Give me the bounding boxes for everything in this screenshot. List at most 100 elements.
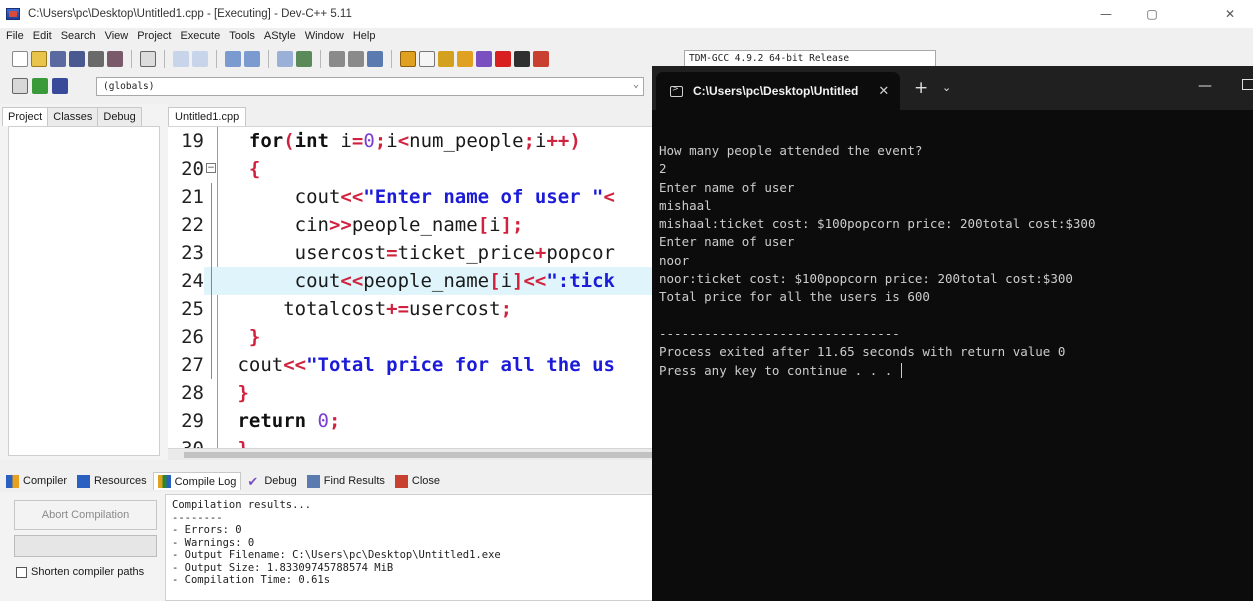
back-icon[interactable]: [329, 51, 345, 67]
scope-dropdown[interactable]: (globals) ⌄: [96, 77, 644, 96]
toolbar-separator: [216, 50, 217, 68]
terminal-tab-close-icon[interactable]: ✕: [878, 84, 889, 99]
compile-log-icon: [157, 475, 171, 488]
check-syntax-icon[interactable]: [476, 51, 492, 67]
run-icon[interactable]: [419, 51, 435, 67]
code-line[interactable]: 27 cout<<"Total price for all the us: [168, 351, 660, 379]
abort-compilation-button[interactable]: Abort Compilation: [14, 500, 157, 530]
menu-file[interactable]: File: [6, 30, 24, 42]
menu-help[interactable]: Help: [353, 30, 376, 42]
menu-search[interactable]: Search: [61, 30, 96, 42]
replace-icon[interactable]: [244, 51, 260, 67]
rebuild-icon[interactable]: [457, 51, 473, 67]
restore-button[interactable]: ▢: [1129, 0, 1175, 28]
bookmark-icon[interactable]: [367, 51, 383, 67]
tab-untitled1[interactable]: Untitled1.cpp: [168, 107, 247, 126]
code-line[interactable]: 30 }: [168, 435, 660, 448]
new-file-icon[interactable]: [12, 51, 28, 67]
menu-window[interactable]: Window: [305, 30, 344, 42]
fold-guide: [211, 183, 212, 211]
profile-icon[interactable]: [514, 51, 530, 67]
code-line[interactable]: 19 for(int i=0;i<num_people;i++): [168, 127, 660, 155]
code-token: usercost: [409, 298, 501, 320]
save-all-icon[interactable]: [69, 51, 85, 67]
compile-log-output[interactable]: Compilation results... -------- - Errors: …: [165, 494, 660, 601]
shorten-paths-checkbox[interactable]: Shorten compiler paths: [16, 566, 144, 578]
menu-execute[interactable]: Execute: [180, 30, 220, 42]
tab-close[interactable]: Close: [391, 473, 444, 490]
terminal-window[interactable]: C:\Users\pc\Desktop\Untitled ✕ + ⌄ — How…: [652, 66, 1253, 601]
undo-icon[interactable]: [173, 51, 189, 67]
compile-icon[interactable]: [400, 51, 416, 67]
terminal-minimize-button[interactable]: —: [1198, 78, 1212, 94]
tab-classes[interactable]: Classes: [47, 107, 99, 126]
tab-find-results[interactable]: Find Results: [303, 473, 389, 490]
menu-project[interactable]: Project: [137, 30, 171, 42]
new-tab-button[interactable]: +: [914, 78, 928, 98]
tab-compile-log[interactable]: Compile Log: [152, 472, 242, 490]
goto-line-icon[interactable]: [277, 51, 293, 67]
code-text: cout<<"Enter name of user "<: [226, 183, 615, 211]
insert-icon[interactable]: [12, 78, 28, 94]
code-line[interactable]: 20− {: [168, 155, 660, 183]
redo-icon[interactable]: [192, 51, 208, 67]
tab-dropdown-icon[interactable]: ⌄: [942, 81, 951, 94]
tab-compiler[interactable]: Compiler: [2, 473, 71, 490]
tab-resources[interactable]: Resources: [73, 473, 151, 490]
minimize-button[interactable]: —: [1083, 0, 1129, 28]
project-tree[interactable]: [8, 126, 160, 456]
terminal-line: [659, 307, 1096, 325]
code-line[interactable]: 28 }: [168, 379, 660, 407]
indent-icon[interactable]: [296, 51, 312, 67]
code-token: for: [226, 130, 284, 152]
goto-bookmark-icon[interactable]: [52, 78, 68, 94]
terminal-line: 2: [659, 160, 1096, 178]
fold-toggle-icon[interactable]: −: [206, 163, 216, 173]
terminal-tab[interactable]: C:\Users\pc\Desktop\Untitled ✕: [656, 72, 900, 110]
delete-profile-icon[interactable]: [533, 51, 549, 67]
tab-debug-bottom[interactable]: ✔ Debug: [243, 473, 300, 490]
horizontal-scrollbar[interactable]: [168, 448, 660, 460]
code-text: {: [226, 155, 260, 183]
tab-debug[interactable]: Debug: [97, 107, 142, 126]
close-all-icon[interactable]: [107, 51, 123, 67]
code-line[interactable]: 21 cout<<"Enter name of user "<: [168, 183, 660, 211]
terminal-output[interactable]: How many people attended the event? 2 Ente…: [659, 142, 1096, 380]
stop-execution-icon[interactable]: [495, 51, 511, 67]
tab-close-label: Close: [411, 475, 441, 487]
code-line[interactable]: 25 totalcost+=usercost;: [168, 295, 660, 323]
menu-tools[interactable]: Tools: [229, 30, 255, 42]
forward-icon[interactable]: [348, 51, 364, 67]
code-editor[interactable]: 19 for(int i=0;i<num_people;i++) 20− {21 …: [168, 126, 660, 448]
compiler-icon: [6, 474, 19, 488]
terminal-maximize-button[interactable]: [1242, 79, 1253, 90]
menu-edit[interactable]: Edit: [33, 30, 52, 42]
terminal-line-text: How many people attended the event?: [659, 143, 923, 158]
code-line[interactable]: 29 return 0;: [168, 407, 660, 435]
code-token: {: [226, 158, 261, 180]
close-file-icon[interactable]: [88, 51, 104, 67]
save-icon[interactable]: [50, 51, 66, 67]
tab-project[interactable]: Project: [2, 107, 49, 126]
toggle-bookmark-icon[interactable]: [32, 78, 48, 94]
code-line[interactable]: 24 cout<<people_name[i]<<":tick: [168, 267, 660, 295]
resources-icon: [77, 474, 91, 488]
toolbar-separator: [131, 50, 132, 68]
menu-astyle[interactable]: AStyle: [264, 30, 296, 42]
code-token: ]<<: [512, 270, 547, 292]
code-line[interactable]: 23 usercost=ticket_price+popcor: [168, 239, 660, 267]
open-file-icon[interactable]: [31, 51, 47, 67]
scrollbar-thumb[interactable]: [184, 452, 654, 458]
compile-run-icon[interactable]: [438, 51, 454, 67]
checkbox-box[interactable]: [16, 566, 27, 578]
code-line[interactable]: 22 cin>>people_name[i];: [168, 211, 660, 239]
print-icon[interactable]: [140, 51, 156, 67]
menu-view[interactable]: View: [105, 30, 129, 42]
code-line[interactable]: 26 }: [168, 323, 660, 351]
find-icon[interactable]: [225, 51, 241, 67]
line-number: 24: [168, 267, 204, 295]
close-button[interactable]: ✕: [1207, 0, 1253, 28]
line-number: 26: [181, 326, 204, 348]
line-number: 21: [181, 186, 204, 208]
main-toolbar: [0, 46, 660, 72]
